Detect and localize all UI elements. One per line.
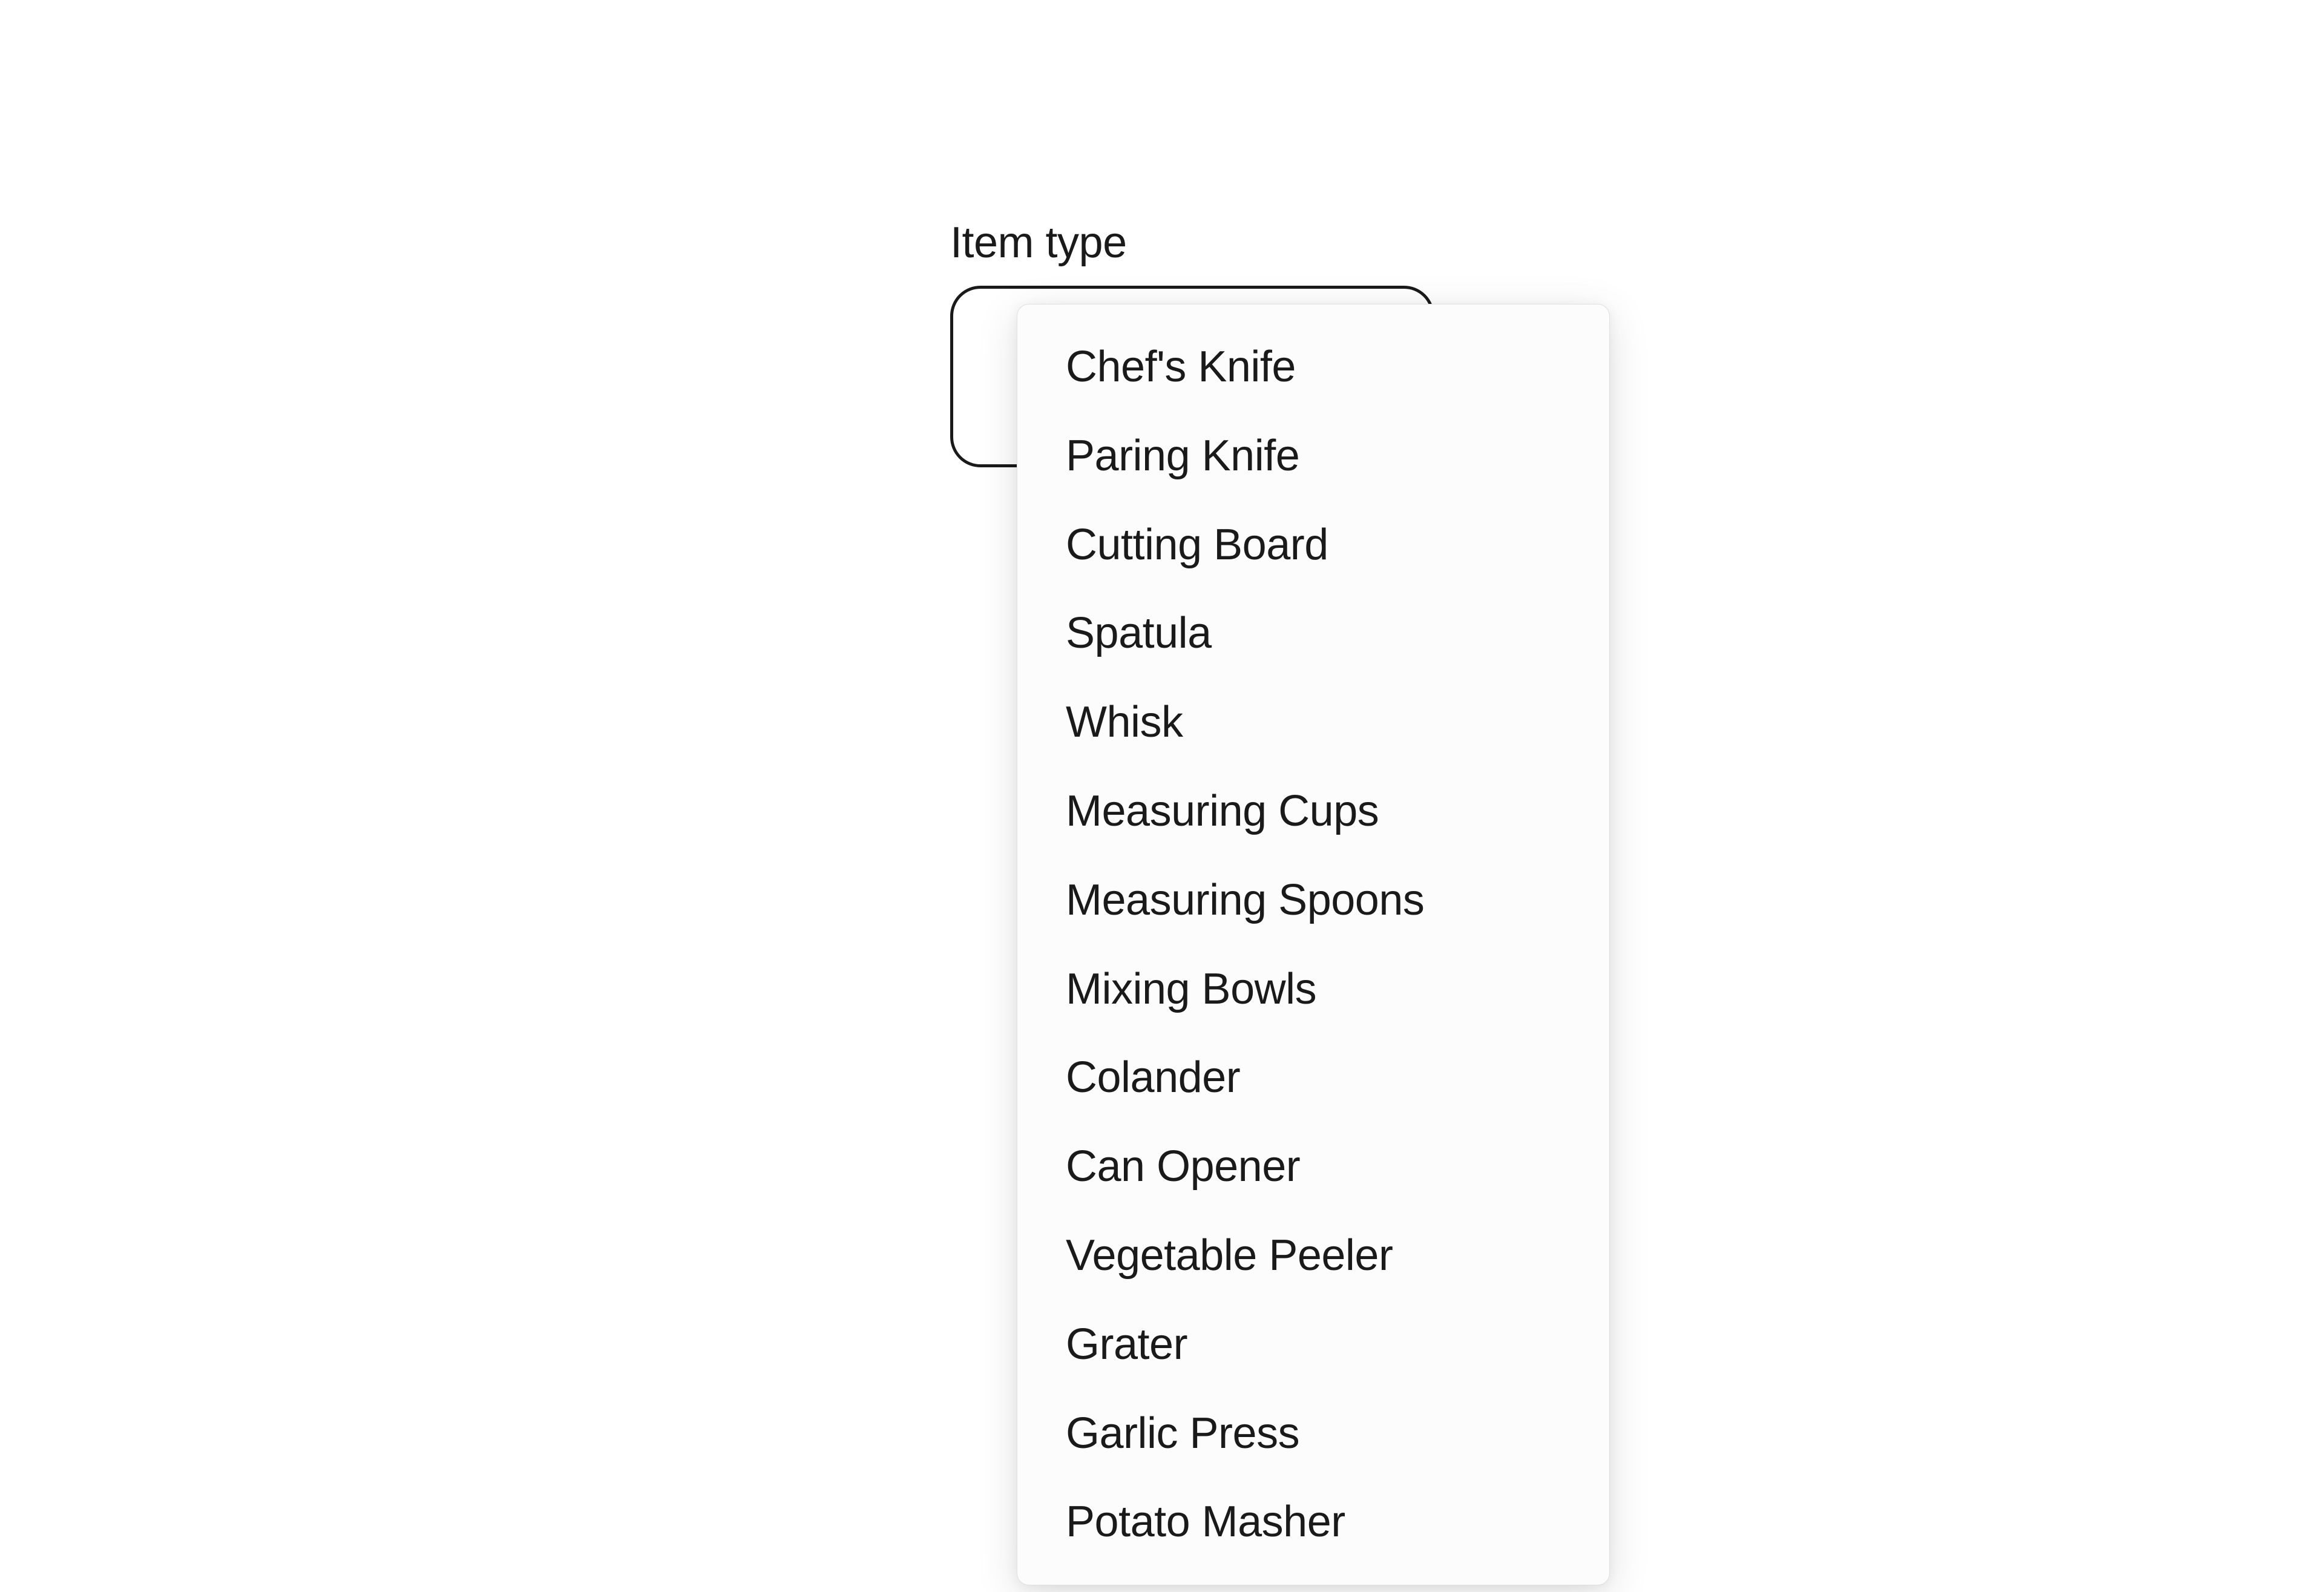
dropdown-option[interactable]: Garlic Press	[1017, 1389, 1609, 1478]
dropdown-option[interactable]: Colander	[1017, 1033, 1609, 1122]
dropdown-option[interactable]: Vegetable Peeler	[1017, 1211, 1609, 1300]
dropdown-option[interactable]: Cutting Board	[1017, 501, 1609, 590]
dropdown-option[interactable]: Grater	[1017, 1300, 1609, 1389]
dropdown-option[interactable]: Can Opener	[1017, 1122, 1609, 1211]
dropdown-option[interactable]: Mixing Bowls	[1017, 945, 1609, 1034]
dropdown-option[interactable]: Measuring Cups	[1017, 767, 1609, 856]
dropdown-option[interactable]: Chef's Knife	[1017, 323, 1609, 412]
item-type-dropdown: Chef's Knife Paring Knife Cutting Board …	[1017, 304, 1610, 1585]
dropdown-option[interactable]: Whisk	[1017, 678, 1609, 767]
dropdown-option[interactable]: Paring Knife	[1017, 412, 1609, 501]
item-type-label: Item type	[950, 218, 1434, 268]
item-type-field: Item type Chef's Knife Paring Knife Cutt…	[950, 218, 1434, 467]
dropdown-option[interactable]: Spatula	[1017, 589, 1609, 678]
dropdown-option[interactable]: Measuring Spoons	[1017, 856, 1609, 945]
dropdown-option[interactable]: Potato Masher	[1017, 1478, 1609, 1567]
